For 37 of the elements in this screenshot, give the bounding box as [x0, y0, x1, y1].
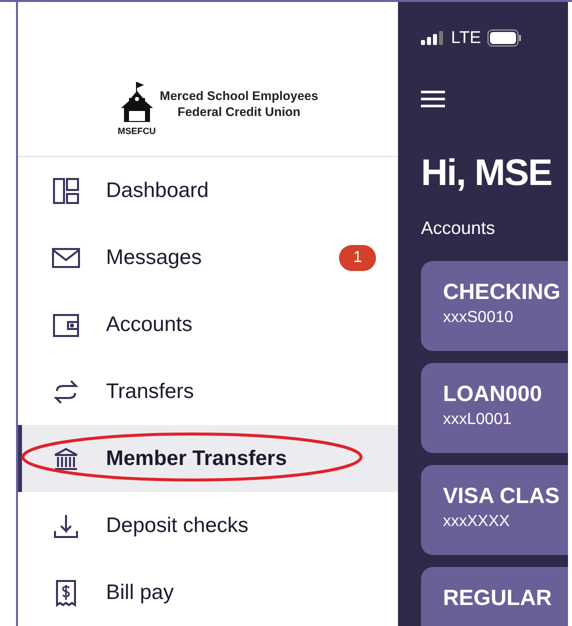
account-card[interactable]: CHECKING xxxS0010 — [421, 261, 568, 351]
account-number: xxxS0010 — [443, 309, 514, 327]
account-name: VISA CLAS — [443, 483, 560, 509]
menu-item[interactable]: Accounts — [18, 291, 398, 358]
signal-icon — [421, 31, 445, 45]
logo-name: Federal Credit Union — [178, 104, 300, 120]
menu-item[interactable]: Member Transfers — [18, 425, 398, 492]
unread-badge: 1 — [339, 244, 376, 270]
menu-label: Messages — [106, 246, 202, 270]
dashboard-icon — [52, 176, 80, 204]
account-number: xxxXXXX — [443, 513, 510, 531]
menu-label: Transfers — [106, 380, 194, 404]
account-name: REGULAR — [443, 585, 552, 611]
account-name: CHECKING — [443, 279, 560, 305]
menu-label: Accounts — [106, 312, 192, 336]
network-label: LTE — [451, 28, 481, 48]
menu-item[interactable]: Bill pay — [18, 559, 398, 626]
account-name: LOAN000 — [443, 381, 542, 407]
menu-item[interactable]: Deposit checks — [18, 492, 398, 559]
menu-label: Bill pay — [106, 580, 174, 604]
menu-label: Member Transfers — [106, 446, 287, 470]
logo-abbreviation: MSEFCU — [118, 126, 156, 136]
account-number: xxxL0001 — [443, 411, 512, 429]
logo-name: Merced School Employees — [160, 88, 318, 104]
transfer-icon — [52, 378, 80, 406]
section-title: Accounts — [421, 218, 496, 239]
account-card[interactable]: LOAN000 xxxL0001 — [421, 363, 568, 453]
menu-icon[interactable] — [421, 90, 445, 108]
menu-label: Deposit checks — [106, 514, 248, 538]
menu-label: Dashboard — [106, 178, 209, 202]
account-card[interactable]: VISA CLAS xxxXXXX — [421, 465, 568, 555]
account-card[interactable]: REGULAR — [421, 567, 568, 626]
greeting: Hi, MSE — [421, 152, 553, 194]
menu-item[interactable]: Dashboard — [18, 157, 398, 224]
menu-item[interactable]: Transfers — [18, 358, 398, 425]
menu-item[interactable]: Messages 1 — [18, 224, 398, 291]
battery-icon — [486, 29, 523, 47]
